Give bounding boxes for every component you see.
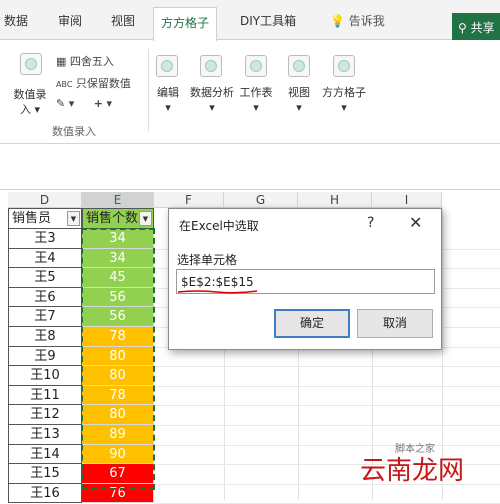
column-header-e[interactable]: E (82, 192, 154, 208)
cell-salesperson[interactable]: 王7 (8, 307, 82, 327)
column-header-h[interactable]: H (298, 192, 372, 208)
group-label-data-entry: 数值录入 (52, 125, 96, 138)
header-cell-sales-count[interactable]: 销售个数 ▼ (82, 208, 154, 229)
keep-value-label: 只保留数值 (75, 77, 131, 90)
grid-line (154, 385, 500, 387)
fangfang-label: 方方格子 (322, 86, 366, 99)
tell-me-box[interactable]: 💡 告诉我 (330, 12, 385, 29)
cell-sales-count[interactable]: 56 (82, 287, 154, 308)
cell-salesperson[interactable]: 王12 (8, 405, 82, 425)
tab-fangfang[interactable]: 方方格子 (153, 7, 218, 41)
header-salesperson-label: 销售员 (12, 211, 52, 226)
cell-sales-count[interactable]: 80 (82, 346, 154, 367)
close-icon[interactable]: ✕ (409, 213, 422, 232)
worksheet-label: 工作表 (239, 86, 273, 99)
column-header-f[interactable]: F (154, 192, 224, 208)
cell-salesperson[interactable]: 王16 (8, 483, 82, 504)
data-analysis-icon (200, 55, 222, 77)
cell-salesperson[interactable]: 王11 (8, 385, 82, 406)
worksheet-icon (245, 55, 267, 77)
filter-dropdown-icon[interactable]: ▼ (67, 211, 80, 226)
edit-label: 编辑 (157, 86, 179, 99)
cell-sales-count[interactable]: 67 (82, 464, 154, 484)
red-underline-annotation (177, 290, 258, 294)
grid-line (154, 405, 500, 407)
dialog-title: 在Excel中选取 (179, 219, 259, 233)
edit-button[interactable]: 编辑 ▾ (150, 85, 186, 115)
cell-salesperson[interactable]: 王8 (8, 327, 82, 347)
keep-value-button[interactable]: ABC 只保留数值 (56, 75, 131, 91)
share-button[interactable]: ⚲ 共享 (452, 13, 500, 40)
cell-sales-count[interactable]: 34 (82, 248, 154, 269)
filter-dropdown-icon[interactable]: ▼ (139, 211, 152, 226)
cell-salesperson[interactable]: 王14 (8, 444, 82, 465)
select-cell-label: 选择单元格 (177, 253, 238, 267)
tab-review[interactable]: 审阅 (58, 12, 82, 29)
column-header-i[interactable]: I (372, 192, 442, 208)
round-button[interactable]: ▦ 四舍五入 (56, 53, 114, 69)
watermark-logo: 云南龙网 (360, 456, 465, 486)
pencil-icon: ✎ (56, 97, 66, 110)
user-add-icon: ⚲ (458, 21, 467, 35)
lightbulb-icon: 💡 (330, 14, 345, 28)
data-analysis-label: 数据分析 (190, 86, 234, 99)
cell-sales-count[interactable]: 80 (82, 366, 154, 386)
data-analysis-button[interactable]: 数据分析 ▾ (190, 85, 234, 115)
header-cell-salesperson[interactable]: 销售员 ▼ (8, 208, 82, 229)
edit-icon (156, 55, 178, 77)
view-label: 视图 (288, 86, 310, 99)
cell-sales-count[interactable]: 78 (82, 385, 154, 406)
grid-line (154, 366, 500, 368)
cell-salesperson[interactable]: 王5 (8, 268, 82, 288)
data-entry-icon (20, 53, 42, 75)
view-button[interactable]: 视图 ▾ (280, 85, 318, 115)
share-label: 共享 (470, 21, 495, 35)
cell-sales-count[interactable]: 89 (82, 425, 154, 445)
ribbon-tab-bar: 数据 审阅 视图 方方格子 DIY工具箱 💡 告诉我 ⚲ 共享 (0, 0, 500, 41)
cell-salesperson[interactable]: 王4 (8, 248, 82, 269)
view-icon (288, 55, 310, 77)
cell-salesperson[interactable]: 王15 (8, 464, 82, 484)
fangfang-icon (333, 55, 355, 77)
cell-salesperson[interactable]: 王10 (8, 366, 82, 386)
cell-sales-count[interactable]: 56 (82, 307, 154, 327)
cell-sales-count[interactable]: 78 (82, 327, 154, 347)
help-icon[interactable]: ? (367, 215, 374, 231)
data-entry-label: 数值录入 (13, 88, 47, 116)
cell-salesperson[interactable]: 王9 (8, 346, 82, 367)
cell-sales-count[interactable]: 80 (82, 405, 154, 425)
round-icon: ▦ (56, 55, 67, 68)
select-range-dialog: 在Excel中选取 ? ✕ 选择单元格 $E$2:$E$15 确定 取消 (168, 208, 442, 350)
tab-diy-toolbox[interactable]: DIY工具箱 (240, 12, 296, 29)
formula-bar-area (0, 145, 500, 190)
grid-line (154, 444, 500, 446)
cell-salesperson[interactable]: 王3 (8, 229, 82, 249)
cell-sales-count[interactable]: 45 (82, 268, 154, 288)
column-header-g[interactable]: G (224, 192, 298, 208)
plus-icon: + (93, 97, 103, 110)
cell-sales-count[interactable]: 34 (82, 229, 154, 249)
grid-line (154, 425, 500, 426)
cell-salesperson[interactable]: 王6 (8, 287, 82, 308)
cell-sales-count[interactable]: 76 (82, 483, 154, 504)
ribbon-separator (148, 49, 149, 131)
worksheet-button[interactable]: 工作表 ▾ (238, 85, 274, 115)
column-header-d[interactable]: D (8, 192, 82, 208)
fangfang-button[interactable]: 方方格子 ▾ (322, 85, 366, 115)
header-sales-count-label: 销售个数 (86, 211, 139, 226)
data-entry-button[interactable]: 数值录入 ▾ (10, 87, 50, 117)
cell-sales-count[interactable]: 90 (82, 444, 154, 465)
edit-dropdown-small[interactable]: ✎ ▾ + ▾ (56, 97, 112, 110)
ok-button[interactable]: 确定 (274, 309, 350, 338)
tab-view[interactable]: 视图 (111, 12, 135, 29)
cell-salesperson[interactable]: 王13 (8, 425, 82, 445)
abc-icon: ABC (56, 80, 73, 89)
cancel-button[interactable]: 取消 (357, 309, 433, 338)
tell-me-label: 告诉我 (348, 14, 385, 28)
round-label: 四舍五入 (69, 55, 114, 68)
tab-data[interactable]: 数据 (4, 12, 28, 29)
ribbon-panel: 数值录入 ▾ ▦ 四舍五入 ABC 只保留数值 ✎ ▾ + ▾ 数值录入 编辑 ▾… (0, 41, 500, 144)
